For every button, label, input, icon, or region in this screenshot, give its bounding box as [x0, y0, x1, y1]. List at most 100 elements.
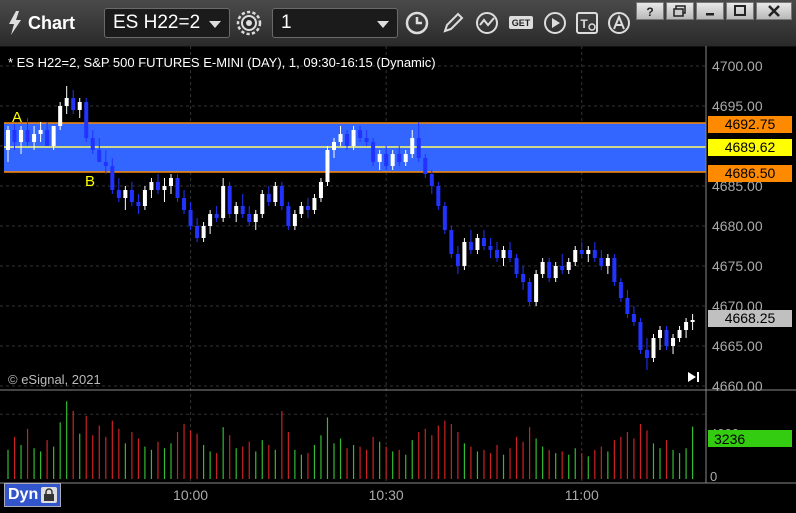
candle-body: [64, 98, 69, 106]
candle-body: [38, 130, 43, 134]
candle-body: [103, 162, 108, 166]
candle-body: [6, 130, 10, 150]
candle-body: [208, 214, 213, 226]
price-tick-label: 4660.00: [712, 378, 763, 394]
candle-body: [58, 106, 63, 126]
candle-body: [129, 190, 134, 202]
candle-body: [312, 198, 317, 210]
candle-body: [12, 130, 17, 142]
price-tick-label: 4665.00: [712, 338, 763, 354]
text-tool-button[interactable]: T: [572, 8, 602, 38]
candle-body: [71, 98, 76, 110]
candle-body: [403, 154, 408, 162]
candle-body: [475, 238, 480, 250]
candle-body: [318, 182, 323, 198]
candle-body: [508, 250, 513, 258]
chart-window: Chart ES H22=2 1 GET T ? * ES H22=2, S&P…: [0, 0, 796, 508]
candle-body: [234, 206, 239, 214]
play-button[interactable]: [540, 8, 570, 38]
scroll-to-end-icon[interactable]: [688, 372, 699, 382]
gear-icon: [236, 10, 262, 36]
candle-body: [625, 298, 630, 314]
interval-value: 1: [281, 12, 292, 33]
candle-body: [664, 330, 669, 346]
time-tick-label: 10:30: [369, 487, 404, 503]
candle-body: [332, 142, 336, 150]
candle-body: [169, 178, 173, 186]
pencil-icon: [443, 12, 464, 33]
price-chart[interactable]: * ES H22=2, S&P 500 FUTURES E-MINI (DAY)…: [0, 46, 796, 508]
time-template-button[interactable]: [402, 8, 432, 38]
get-data-button[interactable]: GET: [506, 8, 536, 38]
restore-button[interactable]: [666, 2, 694, 20]
maximize-button[interactable]: [726, 2, 754, 20]
candle-body: [527, 282, 532, 302]
get-icon: GET: [509, 16, 533, 29]
candle-body: [221, 186, 226, 218]
candle-body: [188, 210, 193, 226]
esignal-logo-icon: [9, 11, 21, 35]
window-title: Chart: [6, 8, 75, 38]
svg-text:GET: GET: [512, 18, 531, 28]
alert-button[interactable]: [604, 8, 634, 38]
symbol-settings-button[interactable]: [234, 8, 264, 38]
clock-icon: [405, 11, 429, 35]
price-tick-label: 4695.00: [712, 98, 763, 114]
candle-body: [540, 262, 545, 274]
lock-icon[interactable]: [41, 487, 58, 503]
close-icon: [768, 5, 780, 17]
candle-body: [77, 102, 82, 110]
help-button[interactable]: ?: [636, 2, 664, 20]
candle-body: [390, 154, 395, 166]
marker-b: B: [85, 173, 95, 190]
candle-body: [266, 194, 271, 202]
svg-text:T: T: [580, 17, 588, 31]
candle-body: [32, 134, 37, 142]
candle-body: [677, 330, 682, 338]
candle-body: [671, 338, 676, 346]
symbol-field[interactable]: ES H22=2: [104, 8, 230, 38]
band-bottom-label: 4686.50: [725, 165, 776, 181]
candle-body: [397, 154, 402, 162]
candle-body: [90, 138, 95, 150]
chart-area[interactable]: * ES H22=2, S&P 500 FUTURES E-MINI (DAY)…: [0, 46, 796, 508]
candle-body: [51, 126, 56, 146]
candle-body: [338, 134, 343, 142]
studies-icon: [476, 12, 498, 34]
candle-body: [247, 214, 252, 222]
candle-body: [260, 194, 265, 214]
candle-body: [305, 206, 310, 210]
restore-icon: [673, 5, 686, 17]
candle-body: [684, 322, 689, 330]
candle-body: [142, 190, 147, 206]
candle-body: [462, 242, 467, 266]
time-axis[interactable]: 10:00 10:30 11:00: [173, 487, 599, 503]
candle-body: [377, 154, 382, 162]
close-button[interactable]: [756, 2, 792, 20]
candle-body: [292, 214, 297, 226]
studies-button[interactable]: [472, 8, 502, 38]
candle-body: [286, 206, 291, 226]
maximize-icon: [734, 5, 746, 16]
candle-body: [371, 142, 376, 162]
draw-tools-button[interactable]: [438, 8, 468, 38]
interval-field[interactable]: 1: [272, 8, 398, 38]
candle-body: [175, 178, 180, 198]
dynamic-mode-button[interactable]: Dyn: [4, 483, 62, 507]
candle-body: [110, 166, 115, 190]
play-icon: [544, 12, 566, 34]
chevron-down-icon[interactable]: [209, 21, 221, 28]
toolbar: Chart ES H22=2 1 GET T ?: [0, 0, 796, 47]
candle-body: [423, 158, 428, 174]
volume-zero-label: 0: [710, 469, 717, 484]
candle-body: [345, 134, 350, 146]
chevron-down-icon[interactable]: [377, 21, 389, 28]
candle-body: [495, 250, 499, 258]
candle-body: [227, 186, 232, 214]
candle-body: [429, 174, 434, 186]
candle-body: [468, 242, 473, 250]
candle-body: [521, 274, 526, 282]
minimize-button[interactable]: [696, 2, 724, 20]
candle-body: [136, 202, 141, 206]
price-axis[interactable]: 4700.004695.004690.004685.004680.004675.…: [712, 58, 763, 394]
